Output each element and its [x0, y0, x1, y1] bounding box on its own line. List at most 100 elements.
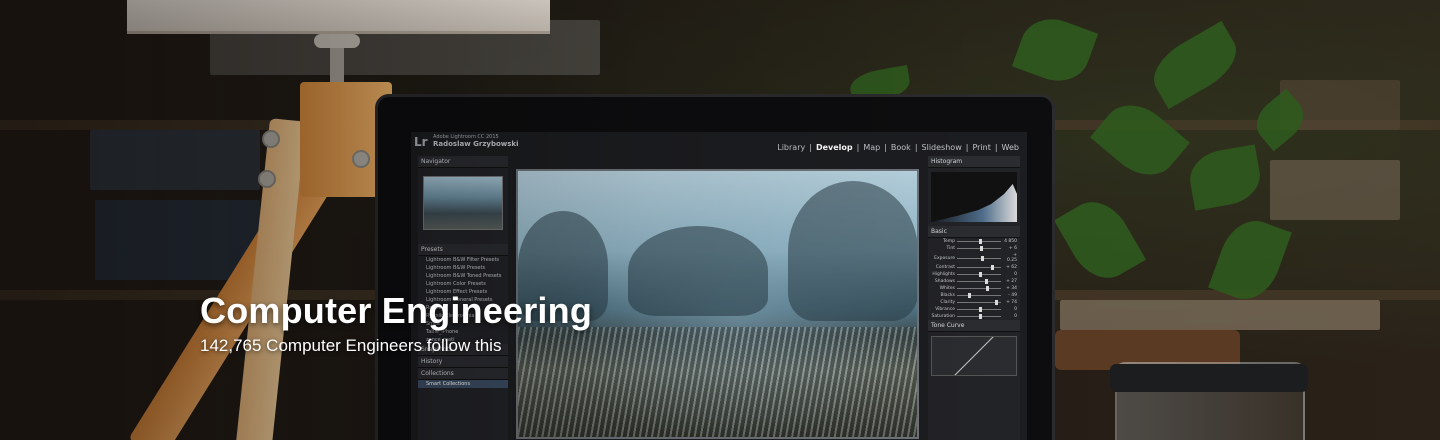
slider-contrast: Contrast + 62 [928, 264, 1020, 271]
histogram-header[interactable]: Histogram [928, 156, 1020, 168]
slider-knob[interactable] [981, 255, 985, 261]
slider-track[interactable] [957, 255, 1001, 261]
slider-knob[interactable] [979, 246, 983, 251]
slider-track[interactable] [957, 265, 1001, 270]
slider-knob[interactable] [994, 300, 998, 305]
slider-value: 0 [1014, 314, 1017, 319]
collections-header[interactable]: Collections [418, 368, 508, 380]
histogram-fill [931, 184, 1017, 222]
preset-item[interactable]: Lightroom B&W Presets [418, 264, 508, 272]
slider-label: Temp [943, 239, 955, 244]
history-header[interactable]: History [418, 356, 508, 368]
book [1060, 300, 1380, 330]
slider-track[interactable] [957, 307, 1001, 312]
right-panel: Histogram Basic Temp 4 850 Tint + 6 Exposure… [928, 156, 1020, 440]
navigator-preview[interactable] [423, 176, 503, 230]
plant-leaf [1054, 190, 1146, 290]
page-title: Computer Engineering [200, 290, 593, 331]
preset-item[interactable]: Lightroom Color Presets [418, 280, 508, 288]
module-separator: | [884, 143, 887, 152]
module-print[interactable]: Print [972, 143, 990, 152]
lamp-bolt [258, 170, 276, 188]
slider-shadows: Shadows + 27 [928, 278, 1020, 285]
slider-value: + 74 [1006, 300, 1017, 305]
slider-knob[interactable] [968, 293, 971, 298]
follower-count: 142,765 Computer Engineers follow this [200, 336, 502, 355]
slider-label: Contrast [935, 265, 955, 270]
slider-knob[interactable] [986, 286, 990, 291]
slider-label: Whites [939, 286, 955, 291]
slider-highlights: Highlights 0 [928, 271, 1020, 278]
slider-track[interactable] [957, 286, 1001, 291]
smart-collections-item[interactable]: Smart Collections [418, 380, 508, 388]
slider-knob[interactable] [984, 279, 988, 284]
module-library[interactable]: Library [777, 143, 805, 152]
laptop: Lr Adobe Lightroom CC 2015 Radoslaw Grzy… [375, 94, 1055, 440]
module-develop[interactable]: Develop [816, 143, 853, 152]
lamp-knob [314, 34, 360, 48]
lamp-bolt [352, 150, 370, 168]
slider-clarity: Clarity + 74 [928, 299, 1020, 306]
tree-silhouette [788, 181, 917, 321]
app-identity: Adobe Lightroom CC 2015 Radoslaw Grzybow… [433, 134, 518, 148]
slider-knob[interactable] [979, 239, 982, 244]
slider-value: + 62 [1006, 265, 1017, 270]
module-map[interactable]: Map [863, 143, 880, 152]
slider-label: Saturation [931, 314, 955, 319]
presets-header[interactable]: Presets [418, 244, 508, 256]
module-slideshow[interactable]: Slideshow [922, 143, 962, 152]
book [1270, 160, 1400, 220]
navigator-header[interactable]: Navigator [418, 156, 508, 168]
tone-curve-header[interactable]: Tone Curve [928, 320, 1020, 332]
histogram [931, 172, 1017, 222]
user-name: Radoslaw Grzybowski [433, 140, 519, 148]
lamp-shade [127, 0, 550, 34]
module-web[interactable]: Web [1002, 143, 1019, 152]
slider-label: Blacks [940, 293, 955, 298]
tone-curve[interactable] [931, 336, 1017, 376]
tree-silhouette [628, 226, 768, 316]
slider-knob[interactable] [979, 307, 982, 312]
module-separator: | [856, 143, 860, 152]
plant-leaf [1185, 144, 1265, 211]
slider-value: - 49 [1008, 293, 1017, 298]
slider-label: Vibrance [935, 307, 955, 312]
laptop-screen: Lr Adobe Lightroom CC 2015 Radoslaw Grzy… [411, 132, 1027, 440]
slider-label: Exposure [934, 255, 955, 261]
book [90, 130, 260, 190]
slider-label: Shadows [934, 279, 955, 284]
slider-value: 4 850 [1004, 239, 1017, 244]
slider-label: Tint [946, 246, 955, 251]
slider-tint: Tint + 6 [928, 245, 1020, 252]
module-separator: | [914, 143, 918, 152]
preset-item[interactable]: Lightroom B&W Filter Presets [418, 256, 508, 264]
plant-leaf [1011, 9, 1099, 91]
slider-track[interactable] [957, 314, 1001, 319]
slider-knob[interactable] [991, 265, 995, 270]
slider-value: + 34 [1006, 286, 1017, 291]
slider-value: 0 [1014, 272, 1017, 277]
slider-whites: Whites + 34 [928, 285, 1020, 292]
module-book[interactable]: Book [891, 143, 911, 152]
hero-text: Computer Engineering 142,765 Computer En… [200, 290, 592, 356]
slider-blacks: Blacks - 49 [928, 292, 1020, 299]
slider-knob[interactable] [979, 272, 982, 277]
slider-knob[interactable] [979, 314, 982, 319]
slider-label: Highlights [932, 272, 955, 277]
slider-value: 0 [1014, 307, 1017, 312]
slider-vibrance: Vibrance 0 [928, 306, 1020, 313]
slider-track[interactable] [957, 293, 1001, 298]
slider-value: + 0.25 [1006, 253, 1017, 263]
basic-header[interactable]: Basic [928, 226, 1020, 238]
plant-leaf [1090, 91, 1190, 189]
preset-item[interactable]: Lightroom B&W Toned Presets [418, 272, 508, 280]
slider-track[interactable] [957, 300, 1001, 305]
jar-lid [1110, 364, 1308, 392]
slider-track[interactable] [957, 279, 1001, 284]
slider-track[interactable] [957, 272, 1001, 277]
slider-value: + 27 [1006, 279, 1017, 284]
slider-track[interactable] [957, 246, 1001, 251]
hero-banner: Lr Adobe Lightroom CC 2015 Radoslaw Grzy… [0, 0, 1440, 440]
slider-track[interactable] [957, 239, 1001, 244]
slider-exposure: Exposure + 0.25 [928, 252, 1020, 264]
